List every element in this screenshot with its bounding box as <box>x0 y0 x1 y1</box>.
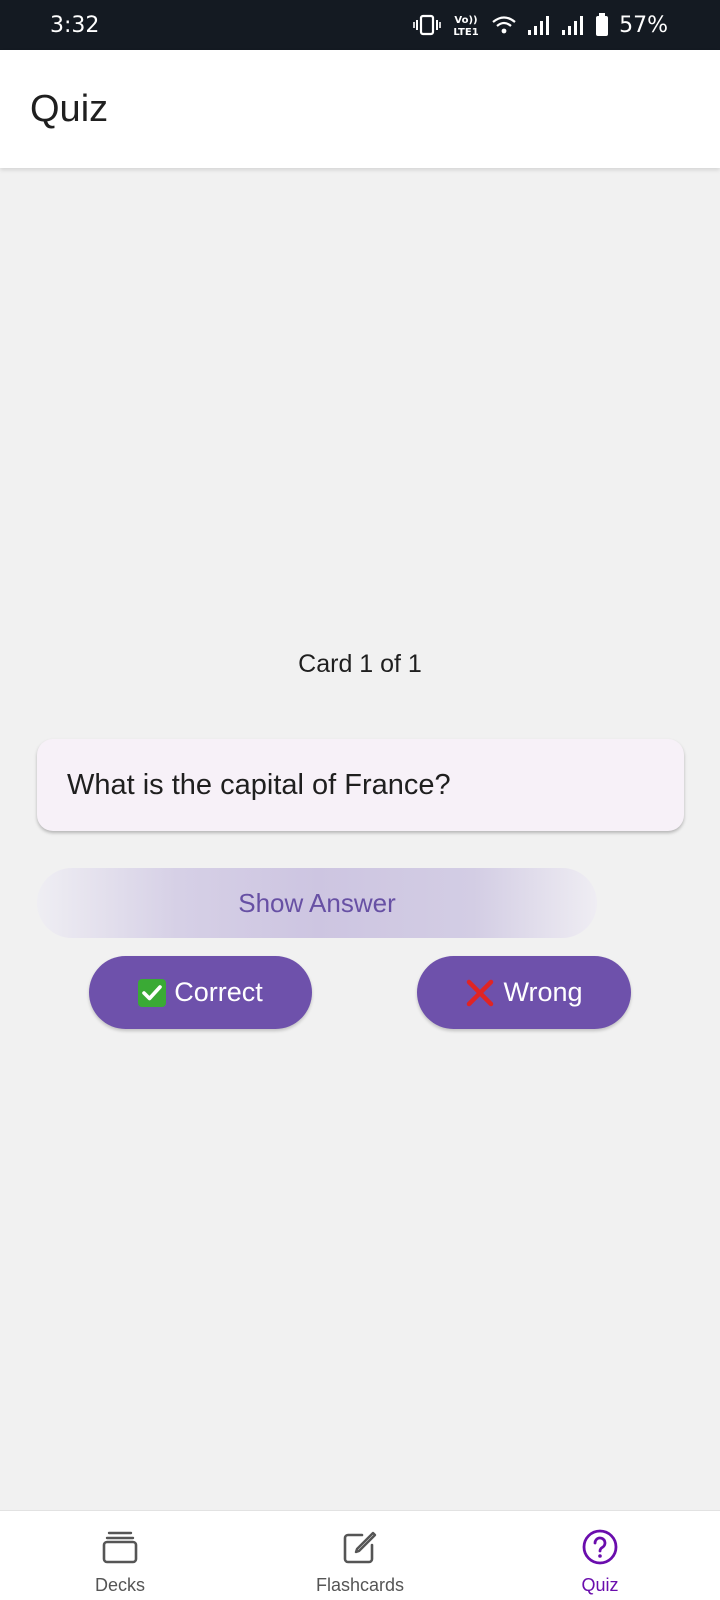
nav-label: Flashcards <box>315 1575 405 1595</box>
battery-icon <box>595 13 609 37</box>
check-mark-icon <box>138 978 167 1007</box>
show-answer-button[interactable]: Show Answer <box>37 868 597 938</box>
nav-item-quiz[interactable]: Quiz <box>480 1511 720 1600</box>
correct-button[interactable]: Correct <box>89 956 312 1029</box>
wrong-label: Wrong <box>503 977 583 1007</box>
wrong-button[interactable]: Wrong <box>417 956 631 1029</box>
nav-label: Decks <box>94 1575 145 1595</box>
cross-mark-icon <box>465 978 495 1008</box>
signal-icon <box>561 14 585 36</box>
svg-text:Vo)): Vo)) <box>454 15 477 26</box>
page-title: Quiz <box>30 87 109 130</box>
correct-label: Correct <box>174 977 263 1007</box>
signal-icon <box>527 14 551 36</box>
show-answer-label: Show Answer <box>238 887 396 918</box>
svg-text:LTE1: LTE1 <box>453 27 478 37</box>
status-time: 3:32 <box>50 12 100 38</box>
question-text: What is the capital of France? <box>67 768 451 801</box>
nav-item-decks[interactable]: Decks <box>0 1511 240 1600</box>
vibrate-icon <box>413 14 441 36</box>
app-bar: Quiz <box>0 50 720 168</box>
edit-icon <box>340 1527 380 1567</box>
card-counter: Card 1 of 1 <box>298 650 422 678</box>
bottom-nav: Decks Flashcards Quiz <box>0 1510 720 1600</box>
status-icons: Vo)) LTE1 57% <box>413 13 668 38</box>
nav-label: Quiz <box>581 1575 619 1595</box>
status-bar: 3:32 Vo)) LTE1 57% <box>0 0 720 50</box>
help-circle-icon <box>580 1527 620 1567</box>
volte-icon: Vo)) LTE1 <box>451 13 481 37</box>
battery-percent: 57% <box>619 12 668 38</box>
wifi-icon <box>491 14 517 36</box>
nav-item-flashcards[interactable]: Flashcards <box>240 1511 480 1600</box>
decks-icon <box>100 1527 140 1567</box>
question-card: What is the capital of France? <box>37 739 684 831</box>
